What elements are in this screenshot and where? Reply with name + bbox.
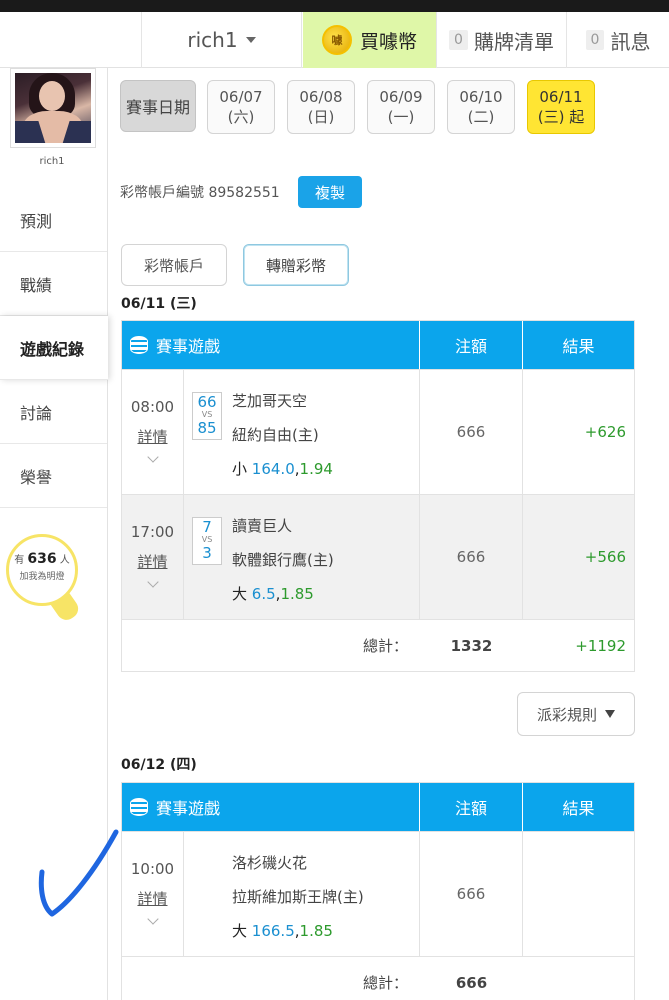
detail-link[interactable]: 詳情 <box>122 888 183 909</box>
caret-down-icon <box>245 37 256 43</box>
follower-count: 有 636 人 <box>14 551 70 567</box>
sidebar-item-game-history[interactable]: 遊戲紀錄 <box>0 316 108 380</box>
day-title-0611: 06/11 (三) <box>121 296 197 312</box>
tab-coin-account[interactable]: 彩幣帳戶 <box>121 244 227 286</box>
date-button-0611[interactable]: 06/11 (三) 起 <box>527 80 595 134</box>
lightbulb-follow-badge[interactable]: 有 636 人 加我為明燈 <box>6 534 78 606</box>
avatar-image <box>15 73 91 143</box>
bet-amount: 666 <box>420 495 523 619</box>
game-table-0612: 賽事遊戲 注額 結果 10:00 詳情 洛杉磯火花 拉斯維加斯王牌(主) 大 1… <box>121 782 635 1000</box>
sidebar-item-discussion[interactable]: 討論 <box>0 380 107 444</box>
bet-pick: 大 6.5,1.85 <box>232 585 314 603</box>
user-menu-dropdown[interactable]: rich1 <box>142 12 302 68</box>
table-header: 賽事遊戲 注額 結果 <box>122 783 634 831</box>
database-icon <box>130 336 148 354</box>
follow-label: 加我為明燈 <box>19 572 65 582</box>
top-nav: rich1 噱 買噱幣 0 購牌清單 0 訊息 <box>0 12 669 68</box>
header-bet: 注額 <box>420 783 523 831</box>
sidebar-item-label: 遊戲紀錄 <box>20 339 85 359</box>
triangle-down-icon <box>605 710 615 718</box>
bet-pick: 小 164.0,1.94 <box>232 460 333 478</box>
bet-result: +626 <box>584 423 626 441</box>
home-team: 軟體銀行鷹(主) <box>232 551 334 569</box>
total-label: 總計： <box>362 637 408 655</box>
sidebar-item-predict[interactable]: 預測 <box>0 188 107 252</box>
chevron-down-icon[interactable] <box>146 451 159 463</box>
game-time: 17:00 <box>130 523 175 541</box>
messages-count-badge: 0 <box>585 30 605 50</box>
status-bar <box>0 0 669 12</box>
messages-tab[interactable]: 0 訊息 <box>566 12 669 68</box>
buy-coins-label: 買噱幣 <box>359 30 417 53</box>
game-time: 10:00 <box>130 860 175 878</box>
copy-button[interactable]: 複製 <box>298 176 362 208</box>
cart-list-label: 購牌清單 <box>473 29 554 54</box>
total-bet: 1332 <box>450 636 493 655</box>
payout-rules-button[interactable]: 派彩規則 <box>517 692 635 736</box>
chevron-down-icon[interactable] <box>146 576 159 588</box>
cart-list-tab[interactable]: 0 購牌清單 <box>436 12 566 68</box>
coin-icon: 噱 <box>321 25 352 55</box>
table-row: 08:00 詳情 66 VS 85 芝加哥天空 紐約自由(主) 小 164.0,1.… <box>122 369 634 494</box>
table-row: 17:00 詳情 7 VS 3 讀賣巨人 軟體銀行鷹(主) 大 6.5,1.85 6… <box>122 494 634 619</box>
away-team: 芝加哥天空 <box>232 392 308 410</box>
sidebar-item-record[interactable]: 戰績 <box>0 252 107 316</box>
total-row: 總計： 1332 +1192 <box>122 619 634 671</box>
bet-amount: 666 <box>420 832 523 956</box>
table-header: 賽事遊戲 注額 結果 <box>122 321 634 369</box>
match-date-label: 賽事日期 <box>120 80 196 132</box>
game-table-0611: 賽事遊戲 注額 結果 08:00 詳情 66 VS 85 芝加哥天空 紐約自由(主)… <box>121 320 635 672</box>
total-label: 總計： <box>362 974 408 992</box>
checkmark-annotation-icon <box>38 829 119 917</box>
bet-result: +566 <box>584 548 626 566</box>
detail-link[interactable]: 詳情 <box>122 426 183 447</box>
database-icon <box>130 798 148 816</box>
header-result: 結果 <box>562 337 595 356</box>
header-result: 結果 <box>562 799 595 818</box>
header-bet: 注額 <box>420 321 523 369</box>
total-row: 總計： 666 <box>122 956 634 1000</box>
nav-left-blank <box>0 12 142 68</box>
coin-account-number: 彩幣帳戶編號 89582551 <box>120 185 280 201</box>
tab-transfer-coins[interactable]: 轉贈彩幣 <box>243 244 349 286</box>
detail-link[interactable]: 詳情 <box>122 551 183 572</box>
header-game: 賽事遊戲 <box>156 799 221 818</box>
date-button-0608[interactable]: 06/08 (日) <box>287 80 355 134</box>
messages-label: 訊息 <box>610 29 651 54</box>
table-row: 10:00 詳情 洛杉磯火花 拉斯維加斯王牌(主) 大 166.5,1.85 6… <box>122 831 634 956</box>
bet-amount: 666 <box>420 370 523 494</box>
header-game: 賽事遊戲 <box>156 337 221 356</box>
sidebar-item-label: 預測 <box>20 211 53 231</box>
sidebar-item-label: 戰績 <box>20 275 53 295</box>
total-bet: 666 <box>455 973 488 992</box>
sidebar-username: rich1 <box>39 156 65 167</box>
total-result: +1192 <box>575 636 626 655</box>
buy-coins-button[interactable]: 噱 買噱幣 <box>303 12 436 68</box>
date-button-0610[interactable]: 06/10 (二) <box>447 80 515 134</box>
sidebar-item-label: 榮譽 <box>20 467 53 487</box>
chevron-down-icon[interactable] <box>146 913 159 925</box>
user-menu-label: rich1 <box>187 28 238 52</box>
sidebar-item-label: 討論 <box>20 403 53 423</box>
date-button-0609[interactable]: 06/09 (一) <box>367 80 435 134</box>
score-box: 66 VS 85 <box>192 392 222 440</box>
score-box: 7 VS 3 <box>192 517 222 565</box>
away-team: 讀賣巨人 <box>232 517 293 535</box>
away-team: 洛杉磯火花 <box>232 854 308 872</box>
avatar[interactable] <box>10 68 96 148</box>
day-title-0612: 06/12 (四) <box>121 757 197 773</box>
game-time: 08:00 <box>130 398 175 416</box>
bet-pick: 大 166.5,1.85 <box>232 922 333 940</box>
home-team: 拉斯維加斯王牌(主) <box>232 888 364 906</box>
home-team: 紐約自由(主) <box>232 426 319 444</box>
cart-count-badge: 0 <box>449 30 468 50</box>
date-button-0607[interactable]: 06/07 (六) <box>207 80 275 134</box>
bet-result <box>523 832 634 956</box>
sidebar-item-honor[interactable]: 榮譽 <box>0 444 107 508</box>
